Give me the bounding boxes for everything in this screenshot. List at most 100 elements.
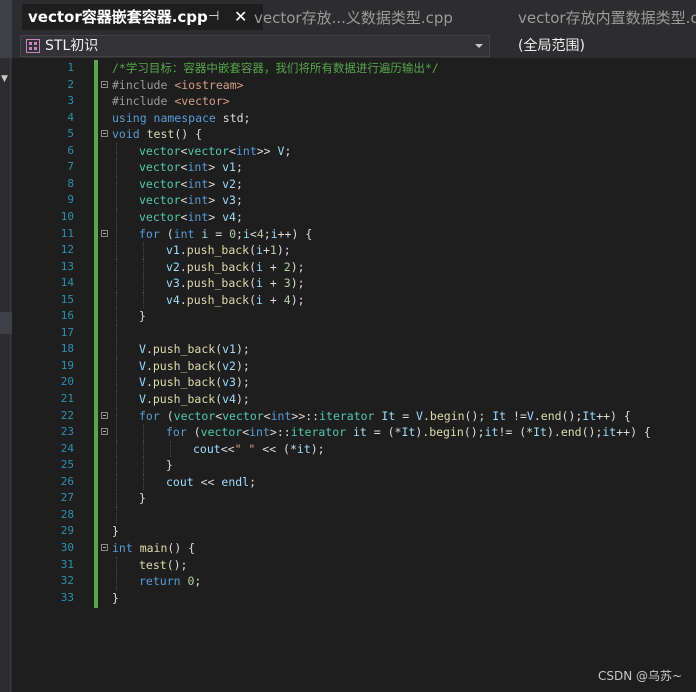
scope-dropdown[interactable]: (全局范围) bbox=[518, 34, 585, 58]
fold-toggle-icon[interactable] bbox=[101, 229, 108, 237]
code-text: void test() { bbox=[112, 126, 202, 143]
code-token: It bbox=[381, 408, 396, 423]
code-text: v4.push_back(i + 4); bbox=[166, 292, 305, 309]
close-icon[interactable]: ✕ bbox=[234, 4, 247, 30]
code-line[interactable]: 18 V.push_back(v1); bbox=[20, 341, 696, 358]
code-line[interactable]: 9 vector<int> v3; bbox=[20, 192, 696, 209]
code-token: ; bbox=[284, 143, 292, 158]
code-token: } bbox=[112, 590, 119, 605]
code-line[interactable]: 14 v3.push_back(i + 3); bbox=[20, 275, 696, 292]
indent-guide bbox=[143, 291, 144, 309]
indent-guide bbox=[116, 324, 117, 342]
code-line[interactable]: 5 void test() { bbox=[20, 126, 696, 143]
fold-toggle-icon[interactable] bbox=[101, 543, 108, 551]
code-line[interactable]: 24 cout<<" " << (*it); bbox=[20, 440, 696, 458]
line-number: 18 bbox=[60, 342, 74, 356]
code-token: int bbox=[249, 425, 270, 440]
code-line[interactable]: 21 V.push_back(v4); bbox=[20, 391, 696, 408]
code-token: 0 bbox=[229, 226, 236, 241]
code-text: } bbox=[112, 590, 119, 607]
code-line[interactable]: 17 bbox=[20, 324, 696, 342]
fold-toggle-icon[interactable] bbox=[101, 428, 108, 436]
code-token: ( bbox=[249, 259, 257, 274]
code-token: 3 bbox=[283, 276, 291, 291]
indent-guide bbox=[116, 291, 117, 309]
code-line[interactable]: 32 return 0; bbox=[20, 573, 696, 590]
code-line[interactable]: 27} bbox=[20, 490, 696, 507]
code-token: It bbox=[533, 425, 547, 440]
code-token: for bbox=[139, 408, 167, 423]
code-token: 1 bbox=[269, 243, 277, 258]
code-token: ++) { bbox=[277, 226, 313, 241]
code-token: int bbox=[187, 176, 209, 191]
code-line[interactable]: 22 for (vector<vector<int>>::iterator It … bbox=[20, 407, 696, 425]
code-token: endl bbox=[221, 474, 250, 489]
code-line[interactable]: 10 vector<int> v4; bbox=[20, 208, 696, 226]
code-text: V.push_back(v3); bbox=[139, 374, 250, 391]
code-line[interactable]: 28 bbox=[20, 506, 696, 524]
code-line[interactable]: 12 v1.push_back(i+1); bbox=[20, 242, 696, 259]
code-token: It bbox=[492, 408, 507, 423]
code-editor[interactable]: 1 /*学习目标：容器中嵌套容器，我们将所有数据进行遍历输出*/ 2 #include… bbox=[20, 58, 696, 692]
code-line[interactable]: 19 V.push_back(v2); bbox=[20, 357, 696, 375]
code-token: It bbox=[401, 425, 416, 440]
code-line[interactable]: 30 int main() { bbox=[20, 540, 696, 557]
code-token: > bbox=[208, 209, 223, 224]
code-line[interactable]: 8 vector<int> v2; bbox=[20, 175, 696, 193]
code-token: . bbox=[145, 392, 153, 406]
code-line[interactable]: 16} bbox=[20, 308, 696, 325]
code-token: 2 bbox=[283, 259, 291, 274]
code-line[interactable]: 23 for (vector<int>::iterator it = (*It).… bbox=[20, 424, 696, 441]
fold-toggle-icon[interactable] bbox=[101, 411, 108, 419]
code-text: } bbox=[139, 308, 146, 325]
code-line[interactable]: 4 using namespace std; bbox=[20, 110, 696, 127]
chevron-down-icon[interactable] bbox=[475, 44, 483, 48]
line-number: 11 bbox=[60, 226, 74, 240]
tab-active-document[interactable]: vector容器嵌套容器.cpp ⊣ ✕ bbox=[22, 4, 263, 30]
code-text: vector<int> v3; bbox=[139, 192, 243, 209]
tab-document-3[interactable]: vector存放内置数据类型.c bbox=[518, 4, 696, 32]
code-line[interactable]: 26 cout << endl; bbox=[20, 473, 696, 491]
code-line[interactable]: 15 v4.push_back(i + 4); bbox=[20, 291, 696, 309]
line-number: 7 bbox=[67, 160, 74, 174]
code-token: it bbox=[602, 425, 617, 440]
project-dropdown[interactable]: STL初识 bbox=[20, 35, 490, 57]
code-line[interactable]: 29} bbox=[20, 523, 696, 540]
indent-guide bbox=[143, 440, 144, 458]
code-line[interactable]: 31 test(); bbox=[20, 556, 696, 574]
code-line[interactable]: 25} bbox=[20, 457, 696, 474]
code-token: It bbox=[582, 408, 597, 423]
code-line[interactable]: 3 #include <vector> bbox=[20, 93, 696, 110]
fold-toggle-icon[interactable] bbox=[101, 80, 108, 88]
indent-guide bbox=[116, 341, 117, 358]
line-number: 4 bbox=[67, 110, 74, 124]
code-token: vector bbox=[139, 193, 181, 208]
code-line[interactable]: 33} bbox=[20, 590, 696, 607]
code-line[interactable]: 1 /*学习目标：容器中嵌套容器，我们将所有数据进行遍历输出*/ bbox=[20, 60, 696, 77]
code-line[interactable]: 13 v2.push_back(i + 2); bbox=[20, 258, 696, 276]
code-token: ); bbox=[235, 358, 250, 373]
line-number: 22 bbox=[60, 408, 74, 422]
code-token: v3 bbox=[222, 193, 236, 208]
code-line[interactable]: 7 vector<int> v1; bbox=[20, 159, 696, 176]
indent-guide bbox=[116, 424, 117, 441]
collapse-arrow-icon[interactable]: ▼ bbox=[1, 74, 8, 84]
code-line[interactable]: 2 #include <iostream> bbox=[20, 77, 696, 94]
code-line[interactable]: 20 V.push_back(v3); bbox=[20, 374, 696, 391]
code-token: i bbox=[270, 226, 278, 241]
line-number: 30 bbox=[60, 540, 74, 554]
indent-guide bbox=[116, 142, 117, 160]
code-token: end bbox=[560, 425, 582, 440]
code-token: ( bbox=[166, 408, 174, 423]
line-number: 13 bbox=[60, 259, 74, 273]
code-line[interactable]: 11 for (int i = 0;i<4;i++) { bbox=[20, 225, 696, 243]
fold-toggle-icon[interactable] bbox=[101, 130, 108, 138]
code-token: iterator bbox=[290, 425, 353, 440]
pin-icon[interactable]: ⊣ bbox=[208, 4, 219, 30]
code-line[interactable]: 6 vector<vector<int>> V; bbox=[20, 142, 696, 160]
code-token: using namespace bbox=[112, 110, 223, 125]
code-token: ; bbox=[235, 193, 243, 208]
tab-document-2[interactable]: vector存放...义数据类型.cpp bbox=[254, 4, 504, 32]
code-token: + bbox=[262, 259, 284, 274]
code-token: () { bbox=[174, 127, 203, 142]
